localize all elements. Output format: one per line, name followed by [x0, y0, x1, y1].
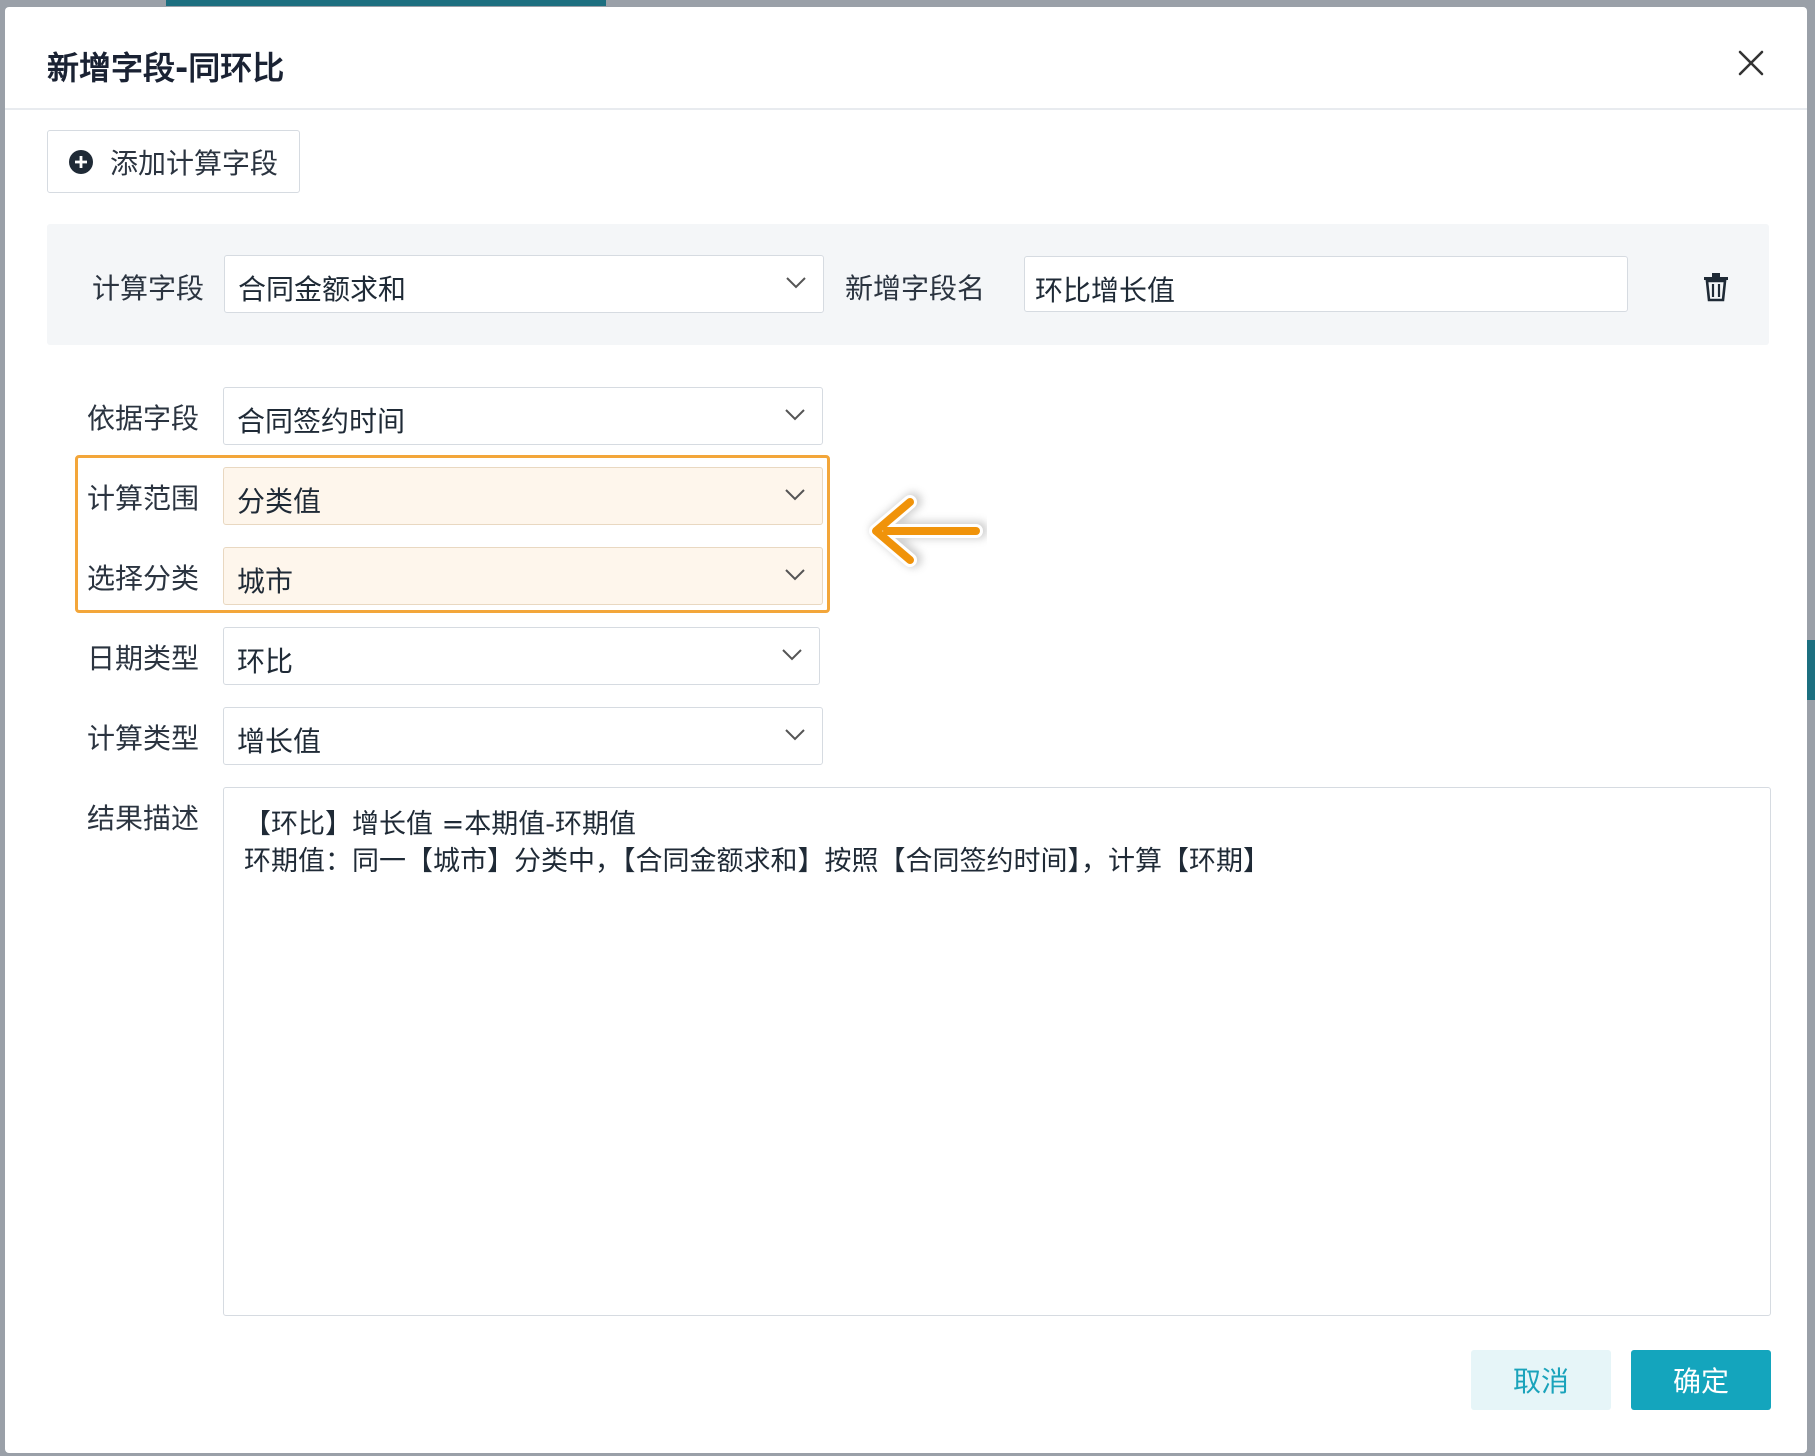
- chevron-down-icon: [785, 489, 805, 501]
- dialog-header: 新增字段-同环比: [5, 7, 1807, 110]
- dialog-title: 新增字段-同环比: [47, 49, 285, 87]
- background-active-tab: [166, 0, 606, 6]
- add-field-dialog: 新增字段-同环比 添加计算字段 计算字段 合同金额求和 新增字段名 环比增长值: [5, 7, 1807, 1453]
- calc-range-value: 分类值: [237, 485, 322, 518]
- new-field-name-input[interactable]: 环比增长值: [1024, 256, 1628, 312]
- confirm-button[interactable]: 确定: [1631, 1350, 1771, 1410]
- calc-field-select[interactable]: 合同金额求和: [224, 255, 824, 313]
- basis-field-select[interactable]: 合同签约时间: [223, 387, 823, 445]
- result-desc-line: 环期值：同一【城市】分类中，【合同金额求和】按照【合同签约时间】，计算【环期】: [244, 846, 1270, 877]
- add-calc-field-button[interactable]: 添加计算字段: [47, 130, 300, 193]
- date-type-select[interactable]: 环比: [223, 627, 820, 685]
- select-category-label: 选择分类: [87, 562, 200, 595]
- chevron-down-icon: [785, 409, 805, 421]
- result-desc-line: 【环比】增长值 =本期值-环期值: [244, 809, 636, 840]
- basis-field-label: 依据字段: [87, 402, 200, 435]
- chevron-down-icon: [782, 649, 802, 661]
- calc-type-select[interactable]: 增长值: [223, 707, 823, 765]
- close-icon[interactable]: [1733, 45, 1769, 81]
- select-category-value: 城市: [237, 565, 294, 598]
- calc-field-label: 计算字段: [92, 272, 205, 305]
- arrow-left-icon: [869, 492, 987, 568]
- result-desc-label: 结果描述: [87, 802, 200, 835]
- result-desc-textarea[interactable]: 【环比】增长值 =本期值-环期值 环期值：同一【城市】分类中，【合同金额求和】按…: [223, 787, 1771, 1316]
- calc-field-panel: 计算字段 合同金额求和 新增字段名 环比增长值: [47, 224, 1769, 345]
- cancel-button[interactable]: 取消: [1471, 1350, 1611, 1410]
- select-category-select[interactable]: 城市: [223, 547, 823, 605]
- chevron-down-icon: [786, 277, 806, 289]
- calc-field-value: 合同金额求和: [238, 273, 407, 306]
- chevron-down-icon: [785, 569, 805, 581]
- calc-type-value: 增长值: [237, 725, 322, 758]
- calc-range-label: 计算范围: [87, 482, 200, 515]
- date-type-label: 日期类型: [87, 642, 200, 675]
- calc-range-select[interactable]: 分类值: [223, 467, 823, 525]
- basis-field-value: 合同签约时间: [237, 405, 406, 438]
- background-strip: [1807, 640, 1815, 700]
- new-field-name-label: 新增字段名: [845, 272, 986, 305]
- calc-type-label: 计算类型: [87, 722, 200, 755]
- add-calc-field-label: 添加计算字段: [110, 146, 279, 180]
- date-type-value: 环比: [237, 645, 294, 678]
- new-field-name-value: 环比增长值: [1035, 274, 1176, 307]
- plus-circle-icon: [69, 149, 93, 174]
- trash-icon[interactable]: [1702, 272, 1730, 302]
- chevron-down-icon: [785, 729, 805, 741]
